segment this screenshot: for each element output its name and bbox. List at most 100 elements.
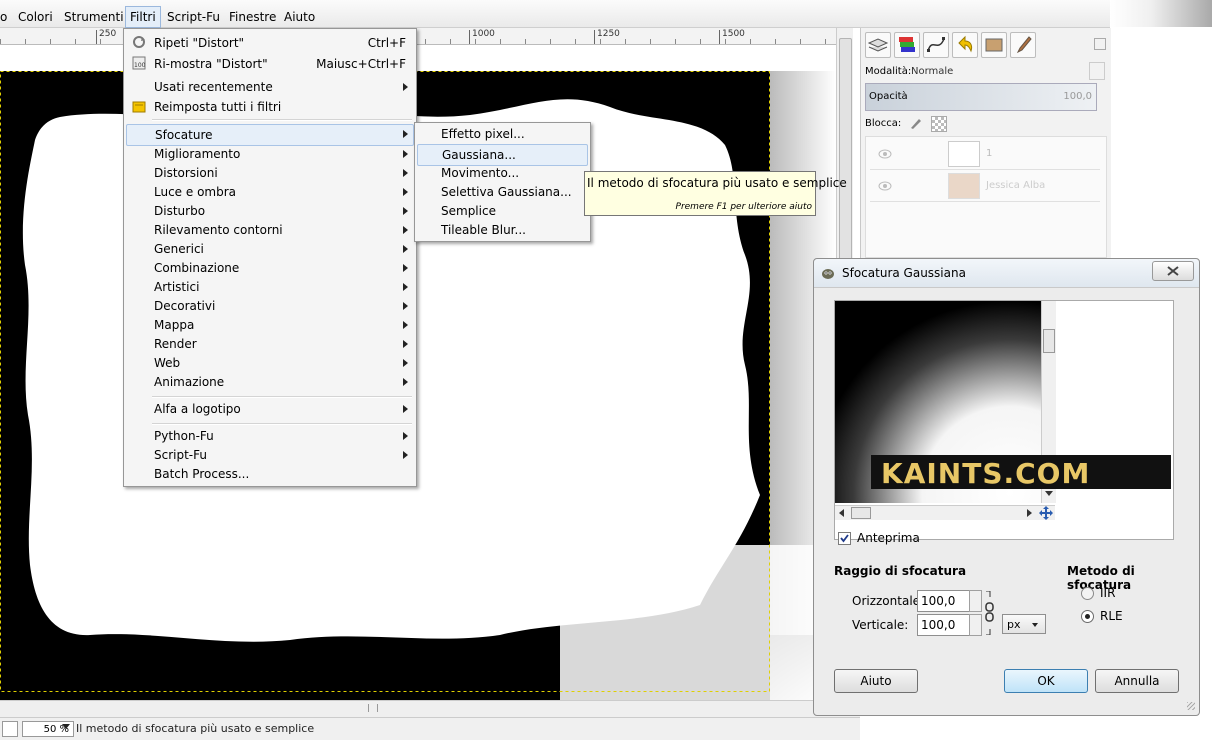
radio-rle[interactable] xyxy=(1081,610,1094,623)
menu-item-disturbo[interactable]: Disturbo xyxy=(154,204,205,218)
watermark-text: KAINTS.COM xyxy=(881,457,1091,490)
images-tab-icon[interactable] xyxy=(981,32,1007,58)
menu-item-sfocature[interactable]: Sfocature xyxy=(126,124,414,146)
menu-item-mappa[interactable]: Mappa xyxy=(154,318,194,332)
menu-item-selettiva-gaussiana[interactable]: Selettiva Gaussiana... xyxy=(441,185,572,199)
help-button[interactable]: Aiuto xyxy=(834,669,918,693)
menu-item-effetto-pixel[interactable]: Effetto pixel... xyxy=(441,127,525,141)
reshow-filter-icon: 100 xyxy=(132,56,146,70)
submenu-arrow-icon xyxy=(403,378,408,386)
svg-text:100: 100 xyxy=(134,62,146,69)
close-button[interactable] xyxy=(1152,261,1194,281)
menu-aiuto[interactable]: Aiuto xyxy=(284,10,315,24)
scroll-left-icon[interactable] xyxy=(839,509,844,517)
paths-tab-icon[interactable] xyxy=(923,32,949,58)
menu-item-alfa-a-logotipo[interactable]: Alfa a logotipo xyxy=(154,402,241,416)
layer-row[interactable]: 1 xyxy=(870,139,1100,170)
dialog-title: Sfocatura Gaussiana xyxy=(842,266,966,280)
menu-item-decorativi[interactable]: Decorativi xyxy=(154,299,215,313)
lock-alpha-icon[interactable] xyxy=(931,116,947,132)
opacity-slider[interactable]: Opacità 100,0 xyxy=(865,83,1097,111)
reshow-filter-item[interactable]: Ri-mostra "Distort" xyxy=(154,57,268,71)
chain-link-icon[interactable] xyxy=(985,590,994,636)
horizontal-spin-buttons[interactable] xyxy=(969,590,982,612)
unit-select[interactable]: px xyxy=(1002,614,1046,634)
menu-image-partial[interactable]: o xyxy=(0,10,7,24)
mode-value[interactable]: Normale xyxy=(911,66,953,77)
menu-strumenti[interactable]: Strumenti xyxy=(64,10,124,24)
menu-item-rilevamento-contorni[interactable]: Rilevamento contorni xyxy=(154,223,283,237)
eye-icon[interactable] xyxy=(878,180,892,191)
menubar: o Colori Strumenti Filtri Script-Fu Fine… xyxy=(0,0,1110,28)
menu-item-semplice[interactable]: Semplice xyxy=(441,204,496,218)
menu-item-python-fu[interactable]: Python-Fu xyxy=(154,429,214,443)
menu-item-batch-process[interactable]: Batch Process... xyxy=(154,467,249,481)
radio-dot-icon xyxy=(1085,614,1090,619)
vertical-spin-buttons[interactable] xyxy=(969,614,982,636)
reset-filters-icon xyxy=(132,99,146,113)
filters-menu: Ripeti "Distort" Ctrl+F 100 Ri-mostra "D… xyxy=(123,28,417,487)
scrollbar-thumb[interactable] xyxy=(851,507,871,519)
recent-filters-item[interactable]: Usati recentemente xyxy=(154,80,273,94)
menu-item-render[interactable]: Render xyxy=(154,337,197,351)
submenu-arrow-icon xyxy=(403,340,408,348)
menu-item-miglioramento[interactable]: Miglioramento xyxy=(154,147,240,161)
submenu-arrow-icon xyxy=(403,302,408,310)
window-edge-decoration xyxy=(1110,0,1212,27)
tooltip: Il metodo di sfocatura più usato e sempl… xyxy=(584,171,847,216)
resize-grip-icon[interactable] xyxy=(1187,702,1195,710)
repeat-filter-item[interactable]: Ripeti "Distort" xyxy=(154,36,244,50)
menu-item-generici[interactable]: Generici xyxy=(154,242,204,256)
preview-horizontal-scrollbar[interactable] xyxy=(835,505,1055,520)
layer-name[interactable]: 1 xyxy=(986,148,992,159)
submenu-arrow-icon xyxy=(403,405,408,413)
cancel-button[interactable]: Annulla xyxy=(1095,669,1179,693)
menu-filtri[interactable]: Filtri xyxy=(125,6,161,28)
dock-menu-icon[interactable] xyxy=(1094,38,1106,50)
menu-item-artistici[interactable]: Artistici xyxy=(154,280,199,294)
reset-filters-item[interactable]: Reimposta tutti i filtri xyxy=(154,100,281,114)
menu-item-combinazione[interactable]: Combinazione xyxy=(154,261,239,275)
radio-iir[interactable] xyxy=(1081,587,1094,600)
preview-checkbox[interactable] xyxy=(838,532,851,545)
menu-item-script-fu[interactable]: Script-Fu xyxy=(154,448,207,462)
lock-label: Blocca: xyxy=(865,118,902,129)
canvas-horizontal-scrollbar[interactable] xyxy=(0,700,860,717)
menu-item-distorsioni[interactable]: Distorsioni xyxy=(154,166,218,180)
menu-item-tileable-blur[interactable]: Tileable Blur... xyxy=(441,223,526,237)
menu-item-web[interactable]: Web xyxy=(154,356,180,370)
ruler-major-tick xyxy=(469,30,470,44)
submenu-arrow-icon xyxy=(403,150,408,158)
scroll-right-icon[interactable] xyxy=(1027,509,1032,517)
ok-button[interactable]: OK xyxy=(1004,669,1088,693)
menu-finestre[interactable]: Finestre xyxy=(229,10,276,24)
chevron-down-icon xyxy=(1032,623,1038,627)
unit-selector[interactable] xyxy=(2,721,18,737)
vertical-radius-input[interactable]: 100,0 xyxy=(917,614,972,636)
layers-tab-icon[interactable] xyxy=(865,32,891,58)
zoom-dropdown-icon[interactable] xyxy=(62,724,70,729)
layer-row[interactable]: Jessica Alba xyxy=(870,171,1100,202)
scrollbar-thumb[interactable] xyxy=(839,38,852,290)
lock-pixels-icon[interactable] xyxy=(909,116,923,130)
layer-name[interactable]: Jessica Alba xyxy=(986,180,1045,191)
menu-item-luce-e-ombra[interactable]: Luce e ombra xyxy=(154,185,236,199)
channels-tab-icon[interactable] xyxy=(894,32,920,58)
menu-item-gaussiana[interactable]: Gaussiana... xyxy=(417,144,588,166)
undo-history-tab-icon[interactable] xyxy=(952,32,978,58)
scroll-down-icon[interactable] xyxy=(1045,491,1053,496)
navigate-move-icon[interactable] xyxy=(1039,506,1053,520)
menu-colori[interactable]: Colori xyxy=(18,10,53,24)
dialog-titlebar[interactable]: Sfocatura Gaussiana xyxy=(814,259,1199,288)
brushes-tab-icon[interactable] xyxy=(1010,32,1036,58)
horizontal-radius-input[interactable]: 100,0 xyxy=(917,590,972,612)
blur-submenu: Effetto pixel... Gaussiana... Movimento.… xyxy=(414,122,591,242)
menu-item-animazione[interactable]: Animazione xyxy=(154,375,224,389)
menu-item-movimento[interactable]: Movimento... xyxy=(441,166,519,180)
scrollbar-thumb[interactable] xyxy=(1043,329,1055,353)
repeat-filter-icon xyxy=(132,35,146,49)
mode-dropdown-icon[interactable] xyxy=(1089,62,1105,80)
eye-icon[interactable] xyxy=(878,148,892,159)
status-bar: 50 % Il metodo di sfocatura più usato e … xyxy=(0,717,860,740)
menu-script-fu[interactable]: Script-Fu xyxy=(167,10,220,24)
